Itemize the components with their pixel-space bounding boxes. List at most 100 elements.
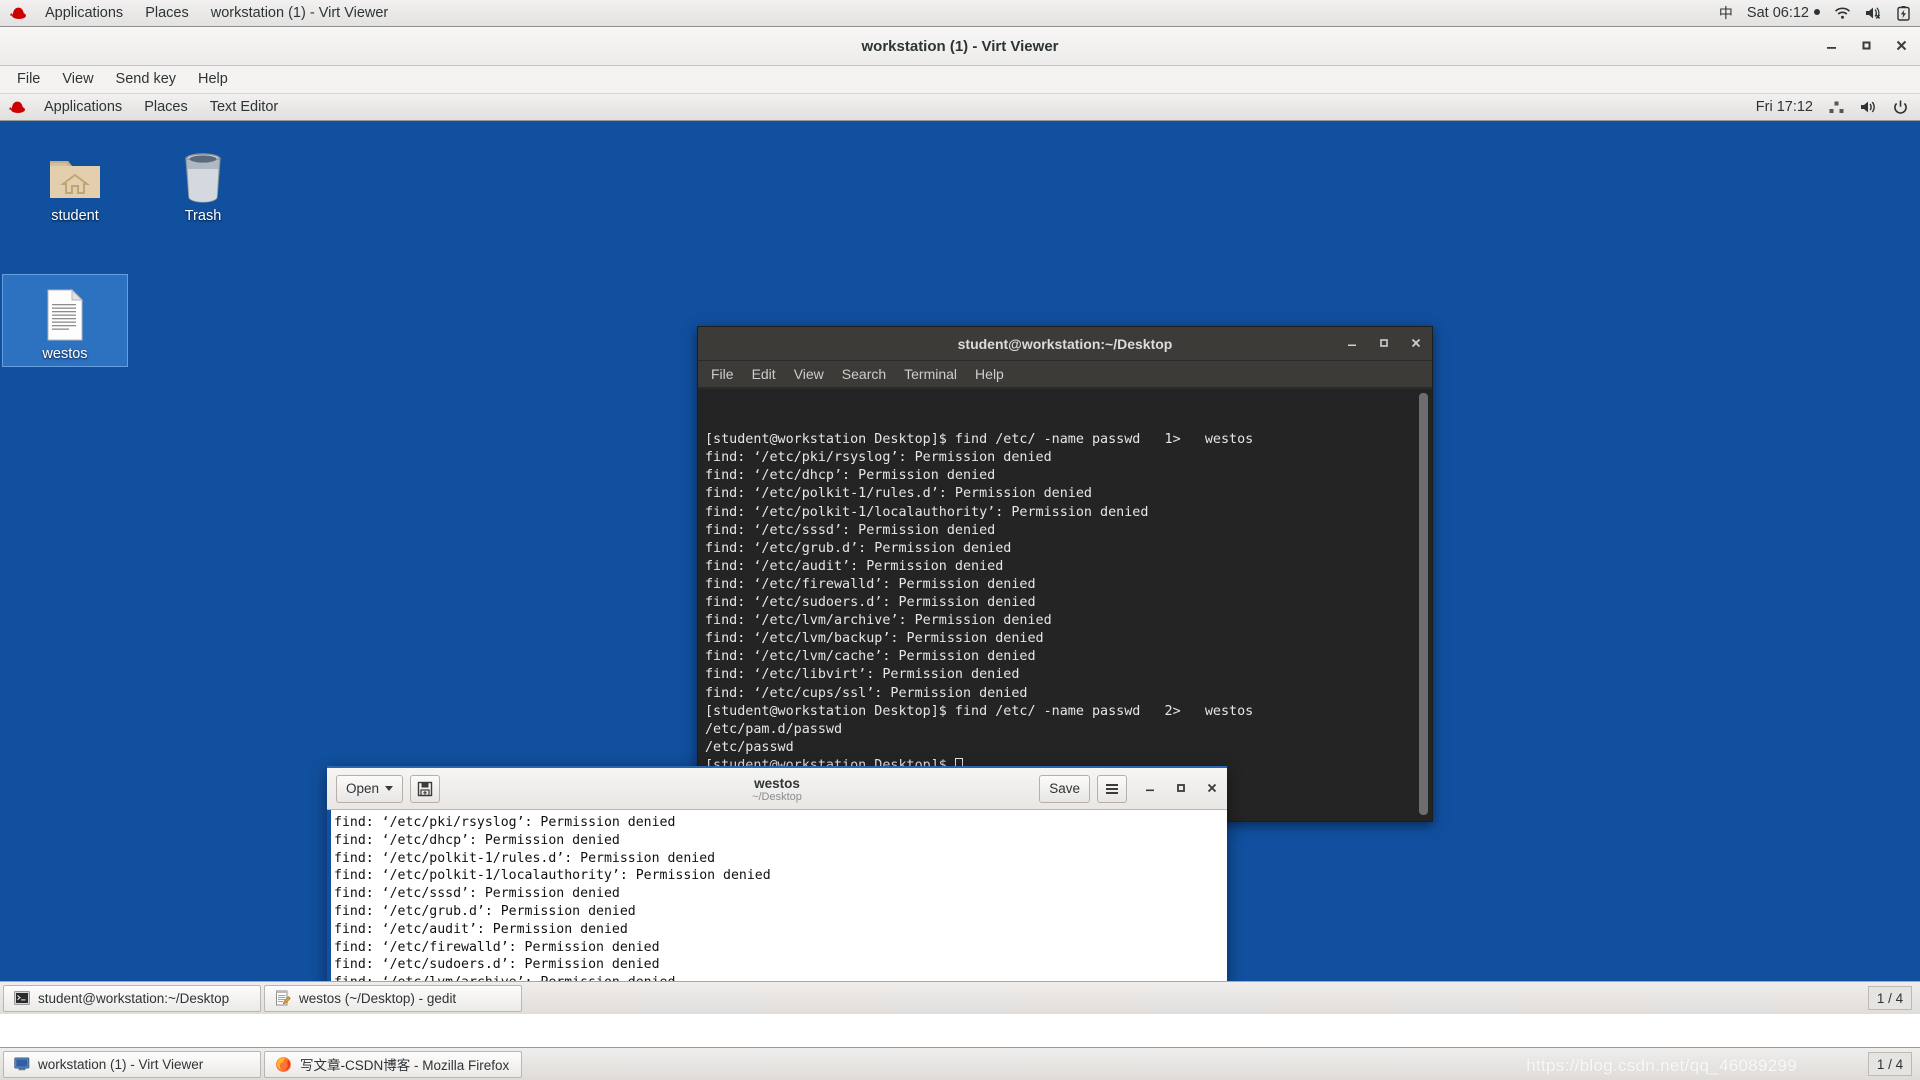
wifi-icon[interactable] <box>1834 7 1851 20</box>
host-workspace-switcher[interactable]: 1 / 4 <box>1868 1052 1912 1076</box>
terminal-scrollbar-thumb[interactable] <box>1419 393 1428 815</box>
host-taskbar-item-virt-viewer[interactable]: workstation (1) - Virt Viewer <box>3 1050 261 1078</box>
terminal-line: find: ‘/etc/sssd’: Permission denied <box>705 522 996 538</box>
terminal-line: find: ‘/etc/dhcp’: Permission denied <box>705 468 996 484</box>
gedit-line: find: ‘/etc/pki/rsyslog’: Permission den… <box>334 815 676 830</box>
terminal-line: find: ‘/etc/lvm/archive’: Permission den… <box>705 613 1052 629</box>
guest-menu-applications[interactable]: Applications <box>33 94 133 120</box>
terminal-menu-help[interactable]: Help <box>966 361 1013 387</box>
terminal-line: find: ‘/etc/cups/ssl’: Permission denied <box>705 685 1028 701</box>
vv-menu-send-key[interactable]: Send key <box>105 66 187 93</box>
trash-icon <box>144 141 262 203</box>
close-button[interactable] <box>1410 336 1422 352</box>
minimize-button[interactable] <box>1825 39 1838 55</box>
gedit-document-name: westos <box>754 776 800 791</box>
desktop-icon-trash[interactable]: Trash <box>144 141 262 224</box>
terminal-icon <box>14 990 30 1006</box>
power-icon[interactable] <box>1893 100 1908 115</box>
terminal-menu-edit[interactable]: Edit <box>743 361 785 387</box>
terminal-menu-file[interactable]: File <box>702 361 743 387</box>
desktop-icon-westos[interactable]: westos <box>2 274 128 367</box>
host-taskbar-item-firefox[interactable]: 写文章-CSDN博客 - Mozilla Firefox <box>264 1050 522 1078</box>
terminal-window-buttons <box>1346 327 1422 361</box>
minimize-button[interactable] <box>1346 336 1358 352</box>
firefox-icon <box>275 1056 292 1073</box>
gedit-line: find: ‘/etc/firewalld’: Permission denie… <box>334 939 660 955</box>
volume-muted-icon[interactable] <box>1865 6 1883 20</box>
terminal-menu-terminal[interactable]: Terminal <box>895 361 966 387</box>
host-taskbar-item-label: 写文章-CSDN博客 - Mozilla Firefox <box>300 1058 510 1073</box>
guest-system-tray: Fri 17:12 <box>1756 99 1920 115</box>
hamburger-icon <box>1106 783 1118 794</box>
terminal-menu-view[interactable]: View <box>785 361 833 387</box>
battery-charging-icon[interactable] <box>1897 5 1910 21</box>
desktop-icon-student[interactable]: student <box>16 141 134 224</box>
display-icon <box>14 1056 30 1072</box>
terminal-titlebar[interactable]: student@workstation:~/Desktop <box>698 327 1432 361</box>
home-folder-icon <box>16 141 134 203</box>
virt-viewer-titlebar[interactable]: workstation (1) - Virt Viewer <box>0 27 1920 66</box>
close-button[interactable] <box>1895 39 1908 55</box>
taskbar-item-label: student@workstation:~/Desktop <box>38 990 230 1006</box>
terminal-line: find: ‘/etc/polkit-1/localauthority’: Pe… <box>705 504 1149 520</box>
guest-clock[interactable]: Fri 17:12 <box>1756 99 1813 115</box>
host-clock[interactable]: Sat 06:12 <box>1747 5 1820 21</box>
virt-viewer-window-buttons <box>1825 27 1908 66</box>
vv-menu-view[interactable]: View <box>51 66 104 93</box>
text-file-icon <box>3 279 127 341</box>
host-active-window-title[interactable]: workstation (1) - Virt Viewer <box>200 0 400 26</box>
maximize-button[interactable] <box>1175 781 1187 797</box>
vv-menu-help[interactable]: Help <box>187 66 239 93</box>
vv-menu-file[interactable]: File <box>6 66 51 93</box>
terminal-line: find: ‘/etc/polkit-1/rules.d’: Permissio… <box>705 486 1092 502</box>
open-button[interactable]: Open <box>336 774 404 803</box>
maximize-button[interactable] <box>1378 336 1390 352</box>
save-button[interactable]: Save <box>1039 774 1090 803</box>
gedit-headerbar[interactable]: Open westos ~/Desktop Save <box>327 766 1227 810</box>
gedit-line: find: ‘/etc/sudoers.d’: Permission denie… <box>334 957 660 973</box>
host-taskbar: workstation (1) - Virt Viewer 写文章-CSDN博客… <box>0 1047 1920 1080</box>
terminal-line: find: ‘/etc/firewalld’: Permission denie… <box>705 576 1036 592</box>
host-taskbar-item-label: workstation (1) - Virt Viewer <box>38 1056 204 1072</box>
guest-active-app-name[interactable]: Text Editor <box>199 94 290 120</box>
gedit-line: find: ‘/etc/grub.d’: Permission denied <box>334 903 636 919</box>
terminal-line: find: ‘/etc/lvm/cache’: Permission denie… <box>705 649 1036 665</box>
terminal-menubar: File Edit View Search Terminal Help <box>698 361 1432 388</box>
screen-root: Applications Places workstation (1) - Vi… <box>0 0 1920 1080</box>
gedit-line: find: ‘/etc/polkit-1/rules.d’: Permissio… <box>334 850 716 866</box>
maximize-button[interactable] <box>1860 39 1873 55</box>
host-top-panel: Applications Places workstation (1) - Vi… <box>0 0 1920 27</box>
gedit-document-path: ~/Desktop <box>752 791 802 803</box>
taskbar-item-terminal[interactable]: student@workstation:~/Desktop <box>3 984 261 1012</box>
save-as-icon <box>417 781 433 796</box>
menu-button[interactable] <box>1097 774 1127 803</box>
host-menu-applications[interactable]: Applications <box>34 0 134 26</box>
taskbar-item-gedit[interactable]: westos (~/Desktop) - gedit <box>264 984 522 1012</box>
guest-vm-screen: Applications Places Text Editor Fri 17:1… <box>0 94 1920 1014</box>
guest-desktop[interactable]: student Trash westos student@workstation… <box>0 121 1920 1014</box>
red-hat-logo-icon <box>10 6 27 20</box>
network-icon[interactable] <box>1829 101 1844 114</box>
guest-menu-places[interactable]: Places <box>133 94 199 120</box>
guest-workspace-switcher[interactable]: 1 / 4 <box>1868 986 1912 1010</box>
minimize-button[interactable] <box>1144 781 1156 797</box>
input-method-icon[interactable]: 中 <box>1719 3 1733 23</box>
volume-icon[interactable] <box>1860 100 1877 114</box>
terminal-menu-search[interactable]: Search <box>833 361 895 387</box>
desktop-icon-label: student <box>51 208 99 224</box>
terminal-window[interactable]: student@workstation:~/Desktop File Edit … <box>697 326 1433 822</box>
terminal-scrollbar[interactable] <box>1416 389 1430 819</box>
host-menu-places[interactable]: Places <box>134 0 200 26</box>
terminal-line: find: ‘/etc/pki/rsyslog’: Permission den… <box>705 450 1052 466</box>
gedit-window[interactable]: Open westos ~/Desktop Save find: ‘/etc/p… <box>327 766 1227 1014</box>
save-as-button[interactable] <box>410 774 441 803</box>
terminal-output[interactable]: [student@workstation Desktop]$ find /etc… <box>698 389 1432 821</box>
host-system-tray: 中 Sat 06:12 <box>1719 3 1920 23</box>
close-button[interactable] <box>1206 781 1218 797</box>
gedit-header-right: Save <box>1039 774 1218 803</box>
gedit-line: find: ‘/etc/polkit-1/localauthority’: Pe… <box>334 868 771 884</box>
open-button-label: Open <box>346 781 380 796</box>
save-button-label: Save <box>1049 781 1080 796</box>
terminal-line: find: ‘/etc/audit’: Permission denied <box>705 558 1004 574</box>
guest-top-panel: Applications Places Text Editor Fri 17:1… <box>0 94 1920 121</box>
